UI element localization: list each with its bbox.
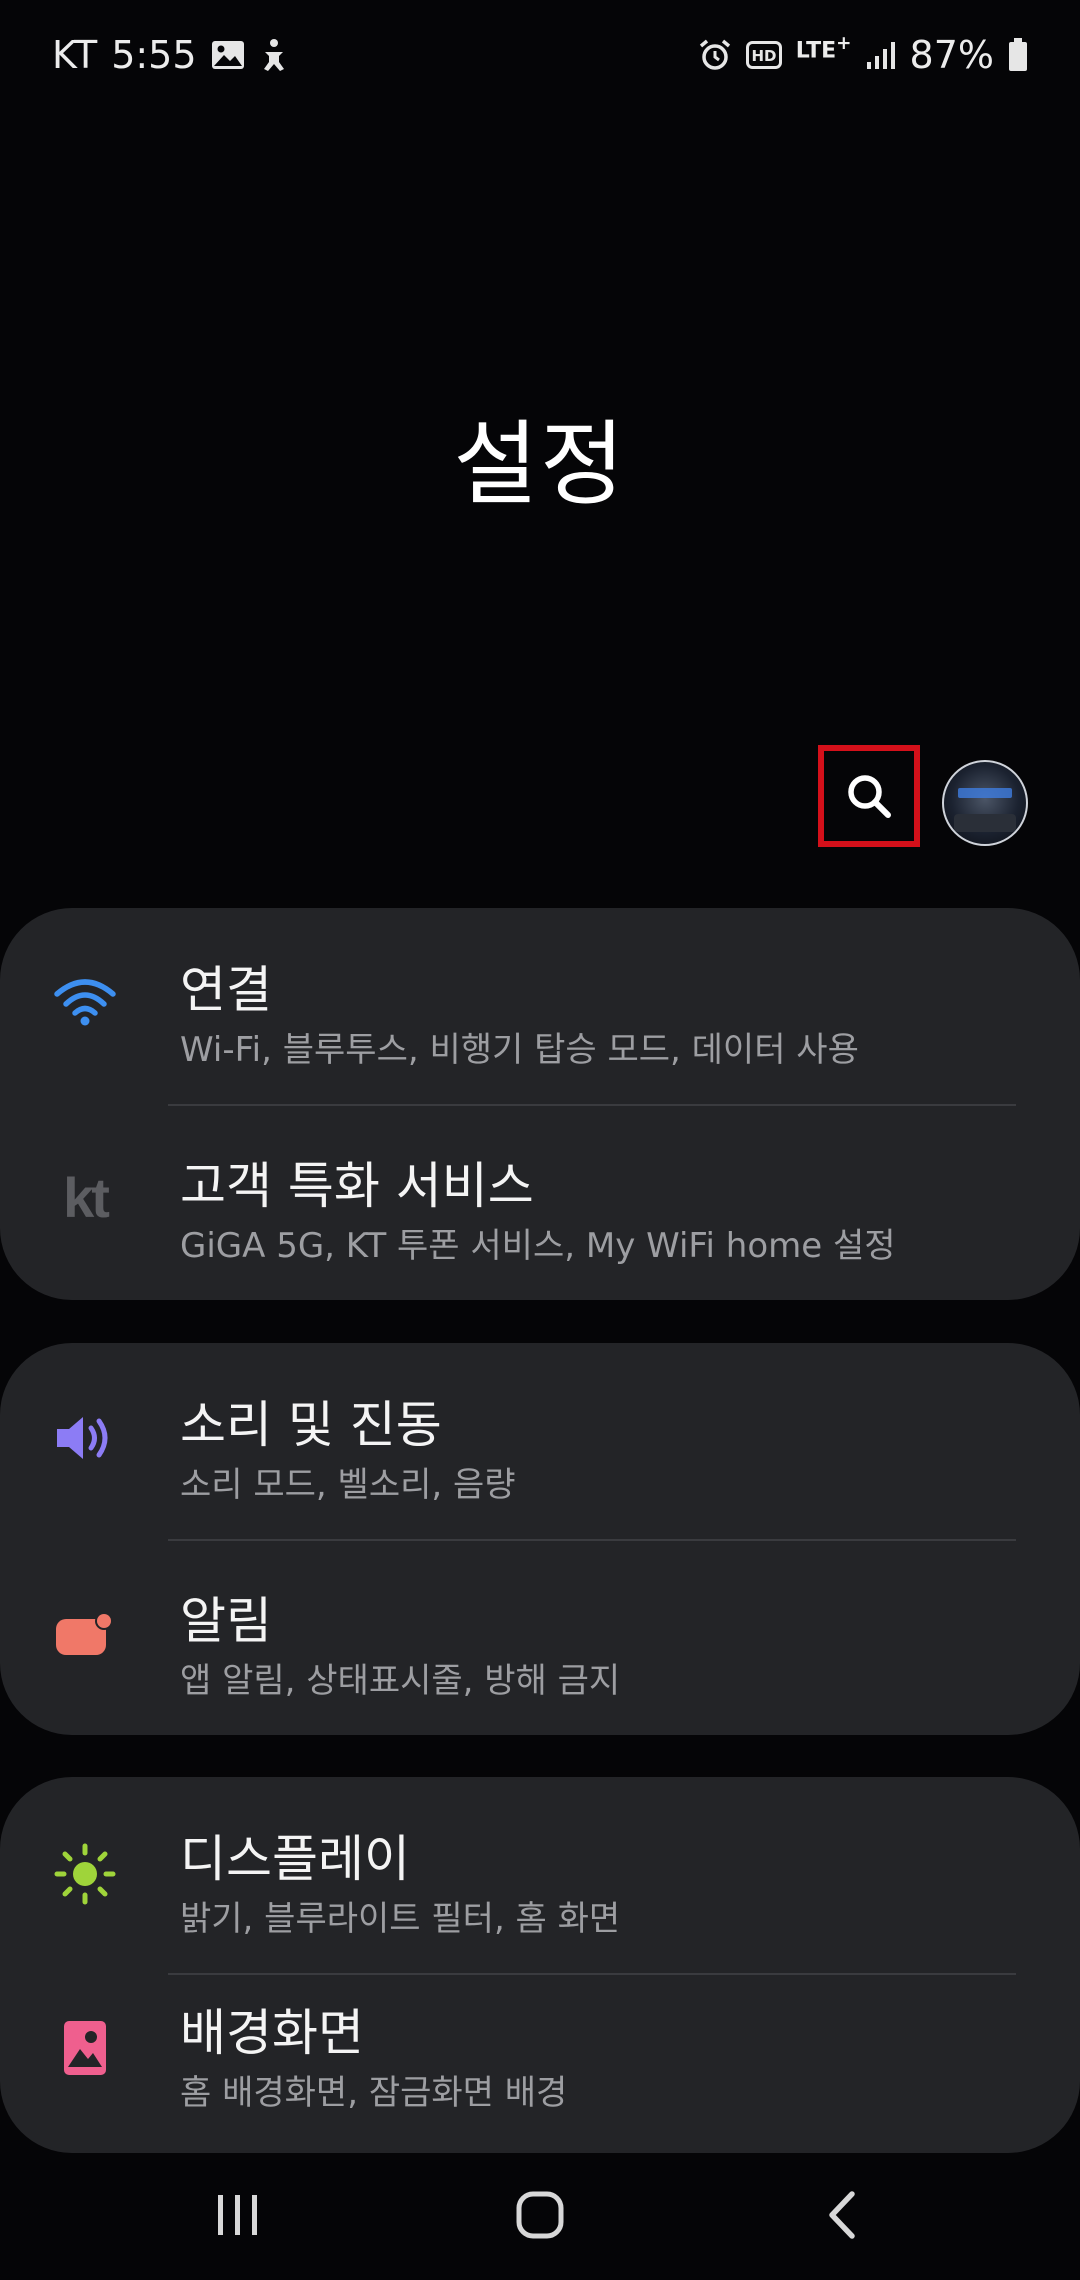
back-button[interactable] [802, 2180, 882, 2250]
status-bar: KT 5:55 HD LTE+ 87% [0, 0, 1080, 110]
profile-avatar[interactable] [942, 760, 1028, 846]
search-icon [848, 775, 891, 818]
item-subtitle: 밝기, 블루라이트 필터, 홈 화면 [180, 1899, 621, 1939]
item-title: 알림 [180, 1592, 272, 1650]
alarm-icon [698, 38, 732, 72]
carrier-label: KT [52, 33, 98, 77]
network-label: LTE [795, 38, 837, 64]
home-icon [516, 2191, 564, 2239]
search-button[interactable] [818, 745, 920, 847]
back-icon [829, 2191, 855, 2239]
item-subtitle: GiGA 5G, KT 투폰 서비스, My WiFi home 설정 [180, 1226, 896, 1266]
battery-icon [1008, 38, 1028, 72]
clock: 5:55 [111, 33, 197, 77]
gallery-icon [211, 40, 245, 70]
settings-group-display: 디스플레이 밝기, 블루라이트 필터, 홈 화면 배경화면 홈 배경화면, 잠금… [0, 1777, 1080, 2153]
settings-item-display[interactable]: 디스플레이 밝기, 블루라이트 필터, 홈 화면 [0, 1777, 1080, 1973]
item-title: 배경화면 [180, 2004, 364, 2062]
item-title: 고객 특화 서비스 [180, 1157, 534, 1215]
kt-logo-text: kt [63, 1165, 110, 1229]
item-subtitle: Wi-Fi, 블루투스, 비행기 탑승 모드, 데이터 사용 [180, 1030, 859, 1070]
settings-item-connections[interactable]: 연결 Wi-Fi, 블루투스, 비행기 탑승 모드, 데이터 사용 [0, 908, 1080, 1104]
signal-icon [866, 40, 896, 70]
navigation-bar [0, 2150, 1080, 2280]
item-subtitle: 앱 알림, 상태표시줄, 방해 금지 [180, 1661, 621, 1701]
home-button[interactable] [500, 2180, 580, 2250]
status-right: HD LTE+ 87% [698, 33, 1028, 77]
volume-icon [50, 1403, 120, 1473]
settings-group-connections: 연결 Wi-Fi, 블루투스, 비행기 탑승 모드, 데이터 사용 kt 고객 … [0, 908, 1080, 1300]
network-plus: + [836, 33, 852, 55]
item-title: 디스플레이 [180, 1830, 410, 1888]
battery-percent: 87% [909, 33, 994, 77]
item-title: 소리 및 진동 [180, 1396, 442, 1454]
accessibility-icon [259, 38, 289, 72]
item-title: 연결 [180, 961, 272, 1019]
hd-voice-icon: HD [745, 41, 782, 69]
recent-apps-icon [218, 2195, 257, 2235]
hd-label: HD [751, 47, 776, 65]
notification-icon [50, 1599, 120, 1669]
settings-item-sound[interactable]: 소리 및 진동 소리 모드, 벨소리, 음량 [0, 1343, 1080, 1539]
settings-item-customer-services[interactable]: kt 고객 특화 서비스 GiGA 5G, KT 투폰 서비스, My WiFi… [0, 1104, 1080, 1300]
kt-logo-icon: kt [50, 1162, 120, 1232]
settings-item-wallpaper[interactable]: 배경화면 홈 배경화면, 잠금화면 배경 [0, 1973, 1080, 2169]
item-subtitle: 홈 배경화면, 잠금화면 배경 [180, 2073, 568, 2113]
item-subtitle: 소리 모드, 벨소리, 음량 [180, 1465, 516, 1505]
brightness-icon [50, 1839, 120, 1909]
recent-apps-button[interactable] [198, 2180, 278, 2250]
status-left: KT 5:55 [52, 33, 289, 77]
wifi-icon [50, 966, 120, 1036]
settings-item-notifications[interactable]: 알림 앱 알림, 상태표시줄, 방해 금지 [0, 1539, 1080, 1735]
page-title: 설정 [453, 411, 627, 518]
network-type: LTE+ [796, 35, 852, 62]
settings-group-sound: 소리 및 진동 소리 모드, 벨소리, 음량 알림 앱 알림, 상태표시줄, 방… [0, 1343, 1080, 1735]
wallpaper-icon [50, 2013, 120, 2083]
